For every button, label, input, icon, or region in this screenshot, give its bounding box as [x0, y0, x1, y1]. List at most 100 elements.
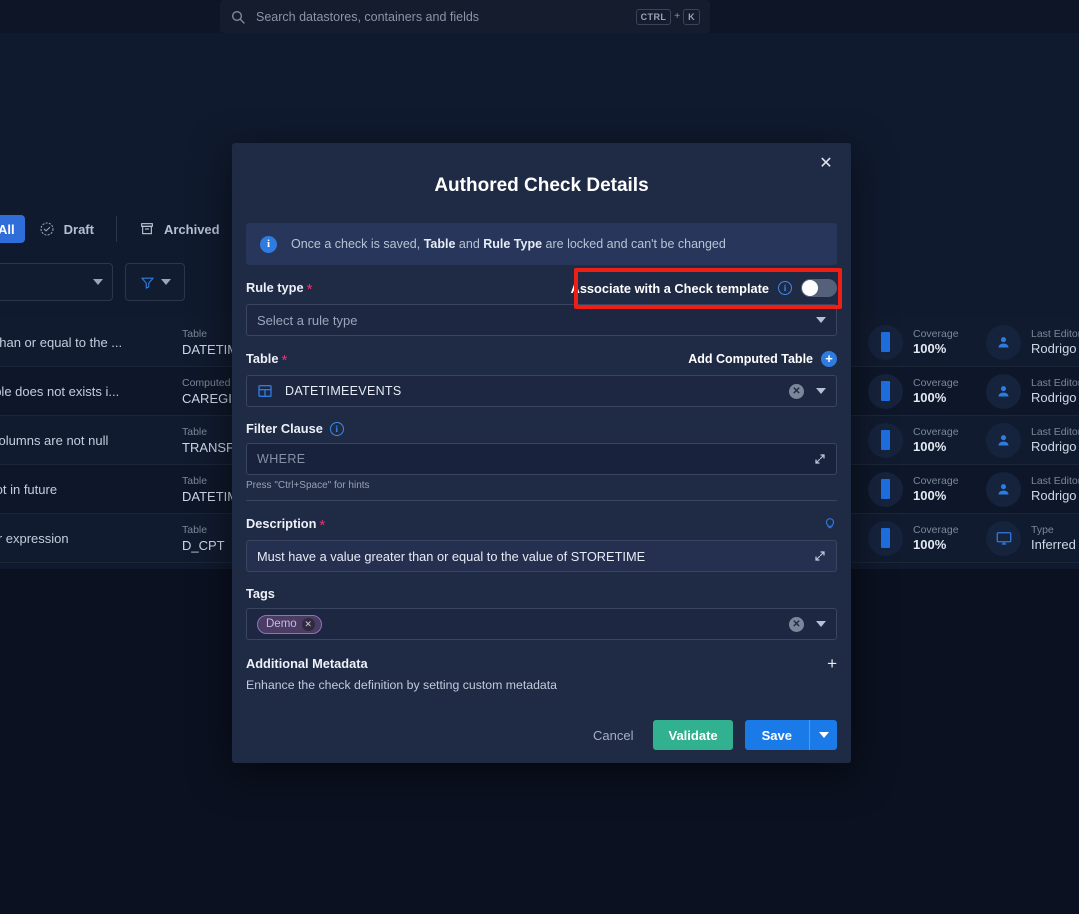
clear-x-icon[interactable]: ✕ — [789, 383, 804, 399]
tag-label: Demo — [266, 618, 297, 630]
row-editor: Last Editor Rodrigo — [986, 373, 1079, 409]
row-description: e greater than or equal to the ... — [0, 334, 123, 350]
row-editor: Last Editor Rodrigo — [986, 471, 1079, 507]
tags-label: Tags — [246, 586, 275, 601]
row-description: selected columns are not null — [0, 432, 109, 448]
search-icon — [232, 10, 245, 24]
row-coverage: Coverage 100% — [868, 520, 959, 556]
row-coverage: Coverage 100% — [868, 471, 959, 507]
editor-value: Rodrigo — [1031, 488, 1077, 503]
info-text-bold-table: Table — [423, 237, 456, 251]
rule-type-label: Rule type — [246, 280, 304, 295]
tags-select[interactable]: Demo ✕ ✕ — [246, 608, 837, 640]
add-computed-table-label: Add Computed Table — [688, 352, 813, 366]
coverage-bar-icon — [868, 324, 903, 360]
chevron-down-icon — [160, 279, 171, 285]
associate-template-toggle[interactable] — [801, 279, 837, 297]
filters-row: Sort by Weight — [0, 263, 185, 301]
editor-label: Last Editor — [1031, 475, 1079, 487]
dialog-title: Authored Check Details — [434, 175, 649, 196]
additional-metadata-subtitle: Enhance the check definition by setting … — [246, 678, 558, 692]
coverage-bar-icon — [868, 520, 903, 556]
row-coverage: Coverage 100% — [868, 373, 959, 409]
editor-label: Last Editor — [1031, 426, 1079, 438]
close-icon[interactable]: ✕ — [301, 617, 315, 631]
editor-value: Rodrigo — [1031, 439, 1077, 454]
add-computed-table-button[interactable]: Add Computed Table + — [688, 351, 837, 367]
check-circle-icon — [40, 222, 54, 236]
cancel-button[interactable]: Cancel — [585, 722, 641, 749]
filter-icon — [140, 277, 154, 289]
associate-template-label: Associate with a Check template — [570, 280, 769, 296]
info-text-part3: are locked and can't be changed — [542, 237, 726, 251]
coverage-bar-icon — [868, 471, 903, 507]
expand-icon[interactable] — [814, 550, 826, 562]
save-button[interactable]: Save — [744, 720, 809, 750]
shortcut-plus: + — [674, 11, 681, 22]
chevron-down-icon — [816, 388, 826, 394]
filter-clause-header: Filter Clause i — [246, 421, 837, 436]
required-marker: * — [306, 281, 313, 298]
row-description: the regular expression — [0, 530, 69, 546]
row-editor: Last Editor Rodrigo — [986, 324, 1079, 360]
coverage-value: 100% — [913, 390, 947, 405]
tab-divider — [115, 216, 117, 242]
dialog-actions: Cancel Validate Save — [246, 720, 837, 750]
info-text-part2: and — [455, 237, 484, 251]
description-header: Description * — [246, 515, 837, 533]
info-text-bold-ruletype: Rule Type — [483, 237, 543, 251]
coverage-label: Coverage — [913, 475, 959, 487]
coverage-value: 100% — [913, 341, 947, 356]
info-icon[interactable]: i — [329, 421, 344, 436]
row-description: etime is not in future — [0, 481, 58, 497]
coverage-label: Coverage — [913, 377, 959, 389]
description-input[interactable]: Must have a value greater than or equal … — [246, 540, 837, 572]
additional-metadata-title: Additional Metadata — [246, 656, 368, 671]
validate-button[interactable]: Validate — [653, 720, 733, 750]
plus-circle-icon[interactable]: + — [821, 351, 837, 367]
info-icon: i — [260, 235, 277, 253]
rule-type-select[interactable]: Select a rule type — [246, 304, 837, 336]
rule-type-row: Rule type * Associate with a Check templa… — [246, 279, 837, 297]
rule-type-placeholder: Select a rule type — [257, 312, 358, 328]
required-marker: * — [319, 517, 326, 534]
tab-draft[interactable]: Draft — [25, 214, 108, 244]
filter-button[interactable] — [125, 263, 185, 301]
editor-value: Rodrigo — [1031, 341, 1077, 356]
associate-template-control[interactable]: Associate with a Check template i — [571, 279, 837, 297]
global-search-box[interactable]: Search datastores, containers and fields… — [220, 0, 710, 33]
section-divider — [246, 500, 837, 501]
tab-archived[interactable]: Archived — [125, 214, 234, 244]
lightbulb-icon[interactable] — [823, 515, 837, 533]
filter-clause-label-group: Filter Clause i — [246, 421, 344, 436]
table-icon — [258, 385, 272, 397]
additional-metadata-header: Additional Metadata + — [246, 655, 837, 672]
coverage-label: Coverage — [913, 328, 959, 340]
table-select[interactable]: DATETIMEEVENTS ✕ — [246, 375, 837, 407]
description-value: Must have a value greater than or equal … — [257, 548, 646, 564]
toggle-knob — [802, 280, 818, 296]
filter-clause-label: Filter Clause — [246, 421, 323, 436]
save-dropdown-button[interactable] — [809, 720, 837, 750]
rule-type-label-group: Rule type * — [246, 279, 312, 297]
tag-pill[interactable]: Demo ✕ — [257, 614, 322, 634]
tab-all[interactable]: All — [0, 215, 25, 243]
app-root: Search datastores, containers and fields… — [0, 0, 1079, 914]
clear-x-icon[interactable]: ✕ — [789, 616, 804, 632]
expand-icon[interactable] — [814, 453, 826, 465]
editor-label: Last Editor — [1031, 377, 1079, 389]
table-label: Table — [246, 351, 279, 366]
user-icon — [986, 422, 1021, 458]
authored-check-details-dialog: ✕ Authored Check Details i Once a check … — [232, 143, 851, 763]
save-button-group: Save — [744, 720, 837, 750]
user-icon — [986, 471, 1021, 507]
chevron-down-icon — [816, 317, 826, 323]
user-icon — [986, 373, 1021, 409]
sort-by-select[interactable]: Sort by Weight — [0, 263, 113, 301]
close-icon[interactable]: ✕ — [815, 153, 837, 175]
info-icon[interactable]: i — [778, 281, 792, 295]
plus-icon[interactable]: + — [827, 655, 837, 672]
shortcut-k-key: K — [683, 8, 700, 25]
search-input[interactable]: Search datastores, containers and fields — [256, 10, 636, 24]
filter-clause-input[interactable]: WHERE — [246, 443, 837, 475]
